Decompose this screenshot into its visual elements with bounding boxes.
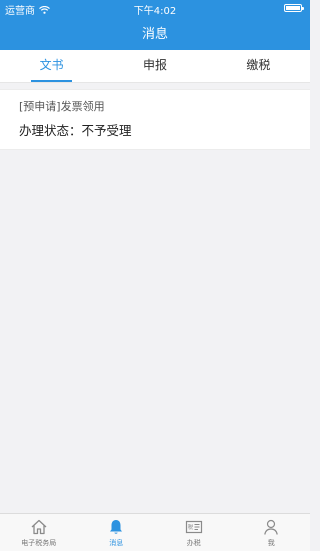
person-icon bbox=[264, 519, 279, 535]
nav-item-tax-handling[interactable]: 税 办税 bbox=[155, 514, 233, 551]
svg-text:税: 税 bbox=[188, 523, 194, 531]
nav-label-e-tax-bureau: 电子税务局 bbox=[21, 539, 57, 547]
home-icon bbox=[31, 519, 47, 535]
status-time: 下午4:02 bbox=[133, 6, 177, 17]
bottom-nav: 电子税务局 消息 税 办税 我 bbox=[0, 513, 310, 551]
nav-item-messages[interactable]: 消息 bbox=[78, 514, 156, 551]
message-title: [预申请]发票领用 bbox=[19, 100, 105, 113]
tab-tax-payment[interactable]: 缴税 bbox=[207, 50, 310, 82]
nav-label-me: 我 bbox=[267, 539, 275, 547]
message-status: 办理状态：不予受理 bbox=[19, 123, 132, 138]
page-title: 消息 bbox=[141, 27, 168, 42]
tab-declaration[interactable]: 申报 bbox=[103, 50, 206, 82]
message-tabs: 文书 申报 缴税 bbox=[0, 50, 310, 83]
nav-label-messages: 消息 bbox=[109, 539, 124, 547]
nav-label-tax-handling: 办税 bbox=[186, 539, 201, 547]
battery-icon bbox=[284, 4, 304, 12]
nav-item-me[interactable]: 我 bbox=[233, 514, 311, 551]
nav-item-e-tax-bureau[interactable]: 电子税务局 bbox=[0, 514, 78, 551]
message-item[interactable]: [预申请]发票领用 办理状态：不予受理 bbox=[0, 89, 310, 150]
tax-card-icon: 税 bbox=[185, 520, 202, 534]
tab-documents[interactable]: 文书 bbox=[0, 50, 103, 82]
bell-icon bbox=[110, 520, 123, 534]
app-header: 运营商 下午4:02 消息 bbox=[0, 0, 310, 50]
status-bar: 运营商 下午4:02 bbox=[0, 0, 310, 17]
